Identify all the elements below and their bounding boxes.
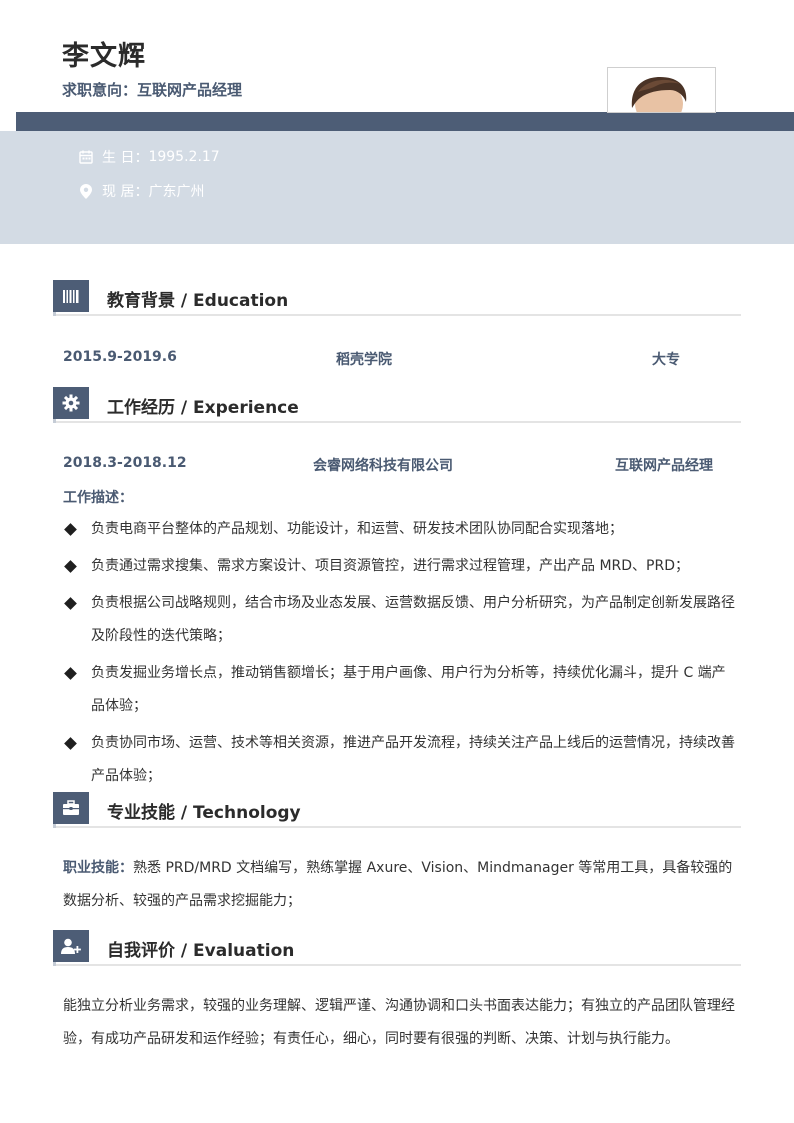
diamond-bullet-icon	[64, 560, 77, 573]
birth-value: 1995.2.17	[148, 149, 220, 165]
birth-row: 生 日： 1995.2.17	[78, 147, 220, 167]
job-intent: 求职意向：互联网产品经理	[62, 79, 242, 100]
map-pin-icon	[78, 183, 94, 199]
list-item: 负责电商平台整体的产品规划、功能设计，和运营、研发技术团队协同配合实现落地；	[63, 513, 735, 546]
skills-header: 专业技能 / Technology	[53, 792, 741, 828]
list-item: 负责通过需求搜集、需求方案设计、项目资源管控，进行需求过程管理，产出产品 MRD…	[63, 550, 735, 583]
diamond-bullet-icon	[64, 523, 77, 536]
work-description-list: 负责电商平台整体的产品规划、功能设计，和运营、研发技术团队协同配合实现落地； 负…	[63, 513, 735, 797]
diamond-bullet-icon	[64, 667, 77, 680]
work-description-label: 工作描述：	[63, 490, 133, 506]
job-intent-label: 求职意向：	[62, 81, 138, 99]
residence-row: 现 居： 广东广州	[78, 181, 204, 201]
skills-title: 专业技能 / Technology	[107, 803, 301, 823]
header-band	[16, 112, 794, 131]
experience-company: 会睿网络科技有限公司	[313, 458, 453, 474]
list-item: 负责根据公司战略规则，结合市场及业态发展、运营数据反馈、用户分析研究，为产品制定…	[63, 587, 735, 653]
evaluation-header: 自我评价 / Evaluation	[53, 930, 741, 966]
list-item: 负责协同市场、运营、技术等相关资源，推进产品开发流程，持续关注产品上线后的运营情…	[63, 727, 735, 793]
profile-photo	[607, 67, 716, 113]
list-item: 负责发掘业务增长点，推动销售额增长；基于用户画像、用户行为分析等，持续优化漏斗，…	[63, 657, 735, 723]
education-school: 稻壳学院	[336, 352, 392, 368]
evaluation-title: 自我评价 / Evaluation	[107, 941, 295, 961]
gear-icon	[53, 387, 89, 419]
candidate-name: 李文辉	[62, 41, 146, 72]
residence-label: 现 居：	[102, 184, 149, 200]
diamond-bullet-icon	[64, 597, 77, 610]
calendar-icon	[78, 149, 94, 165]
education-title: 教育背景 / Education	[107, 291, 289, 311]
education-degree: 大专	[652, 352, 680, 368]
diamond-bullet-icon	[64, 737, 77, 750]
books-icon	[53, 280, 89, 312]
experience-date: 2018.3-2018.12	[63, 455, 187, 471]
birth-label: 生 日：	[102, 150, 149, 166]
briefcase-icon	[53, 792, 89, 824]
experience-position: 互联网产品经理	[615, 458, 713, 474]
residence-value: 广东广州	[148, 184, 205, 200]
user-plus-icon	[53, 930, 89, 962]
experience-title: 工作经历 / Experience	[107, 398, 299, 418]
experience-header: 工作经历 / Experience	[53, 387, 741, 423]
education-date: 2015.9-2019.6	[63, 349, 177, 365]
skills-body: 熟悉 PRD/MRD 文档编写，熟练掌握 Axure、Vision、Mindma…	[63, 860, 733, 909]
job-intent-value: 互联网产品经理	[137, 81, 243, 99]
evaluation-text: 能独立分析业务需求，较强的业务理解、逻辑严谨、沟通协调和口头书面表达能力；有独立…	[63, 998, 735, 1047]
skills-text: 职业技能：熟悉 PRD/MRD 文档编写，熟练掌握 Axure、Vision、M…	[63, 852, 735, 918]
skills-label: 职业技能：	[63, 860, 133, 876]
education-header: 教育背景 / Education	[53, 280, 741, 316]
